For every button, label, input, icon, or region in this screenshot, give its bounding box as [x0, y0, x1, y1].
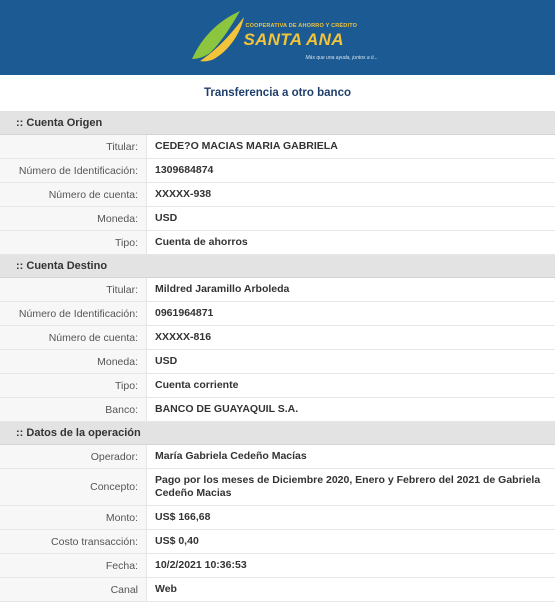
row-value: USD	[155, 212, 178, 224]
section-header-destino: :: Cuenta Destino	[0, 255, 555, 278]
row-label: Titular:	[0, 278, 147, 301]
row-label: Moneda:	[0, 207, 147, 230]
row-value: Mildred Jaramillo Arboleda	[155, 283, 290, 295]
brand-slogan: Más que una ayuda, juntos a ti...	[305, 54, 378, 61]
row-label: Costo transacción:	[0, 530, 147, 553]
brand-top-text: COOPERATIVA DE AHORRO Y CRÉDITO	[245, 22, 358, 29]
operacion-row-fecha: Fecha: 10/2/2021 10:36:53	[0, 554, 555, 578]
operacion-row-operador: Operador: María Gabriela Cedeño Macías	[0, 445, 555, 469]
row-value: Cuenta corriente	[155, 379, 239, 391]
destino-row-titular: Titular: Mildred Jaramillo Arboleda	[0, 278, 555, 302]
destino-row-cuenta: Número de cuenta: XXXXX-816	[0, 326, 555, 350]
row-label: Número de Identificación:	[0, 159, 147, 182]
brand-name: SANTA ANA	[243, 29, 344, 49]
row-value: 0961964871	[155, 307, 214, 319]
row-value: US$ 0,40	[155, 535, 199, 547]
origen-row-cuenta: Número de cuenta: XXXXX-938	[0, 183, 555, 207]
origen-row-moneda: Moneda: USD	[0, 207, 555, 231]
row-label: Fecha:	[0, 554, 147, 577]
operacion-row-costo: Costo transacción: US$ 0,40	[0, 530, 555, 554]
row-label: Titular:	[0, 135, 147, 158]
row-value: USD	[155, 355, 178, 367]
row-label: Banco:	[0, 398, 147, 421]
destino-row-tipo: Tipo: Cuenta corriente	[0, 374, 555, 398]
operacion-row-canal: Canal Web	[0, 578, 555, 602]
destino-row-moneda: Moneda: USD	[0, 350, 555, 374]
section-header-operacion: :: Datos de la operación	[0, 422, 555, 445]
origen-row-titular: Titular: CEDE?O MACIAS MARIA GABRIELA	[0, 135, 555, 159]
row-label: Tipo:	[0, 374, 147, 397]
row-value: XXXXX-816	[155, 331, 212, 343]
section-header-origen: :: Cuenta Origen	[0, 112, 555, 135]
row-label: Canal	[0, 578, 147, 601]
origen-row-tipo: Tipo: Cuenta de ahorros	[0, 231, 555, 255]
row-label: Tipo:	[0, 231, 147, 254]
row-value: CEDE?O MACIAS MARIA GABRIELA	[155, 140, 338, 152]
row-value: US$ 166,68	[155, 511, 211, 523]
page-title: Transferencia a otro banco	[0, 75, 555, 112]
row-label: Número de cuenta:	[0, 183, 147, 206]
origen-row-identificacion: Número de Identificación: 1309684874	[0, 159, 555, 183]
row-label: Número de Identificación:	[0, 302, 147, 325]
leaf-logo-icon	[191, 10, 244, 61]
row-value: 1309684874	[155, 164, 214, 176]
destino-row-banco: Banco: BANCO DE GUAYAQUIL S.A.	[0, 398, 555, 422]
row-value: XXXXX-938	[155, 188, 212, 200]
santa-ana-logo: COOPERATIVA DE AHORRO Y CRÉDITO SANTA AN…	[188, 7, 378, 69]
row-label: Concepto:	[0, 469, 147, 505]
row-value: Web	[155, 583, 177, 595]
row-label: Operador:	[0, 445, 147, 468]
row-value: 10/2/2021 10:36:53	[155, 559, 247, 571]
operacion-row-monto: Monto: US$ 166,68	[0, 506, 555, 530]
destino-row-identificacion: Número de Identificación: 0961964871	[0, 302, 555, 326]
row-value: BANCO DE GUAYAQUIL S.A.	[155, 403, 299, 415]
row-value: Pago por los meses de Diciembre 2020, En…	[155, 474, 541, 499]
row-value: Cuenta de ahorros	[155, 236, 248, 248]
row-label: Número de cuenta:	[0, 326, 147, 349]
operacion-row-concepto: Concepto: Pago por los meses de Diciembr…	[0, 469, 555, 506]
row-label: Moneda:	[0, 350, 147, 373]
row-label: Monto:	[0, 506, 147, 529]
row-value: María Gabriela Cedeño Macías	[155, 450, 307, 462]
header-banner: COOPERATIVA DE AHORRO Y CRÉDITO SANTA AN…	[0, 0, 555, 75]
